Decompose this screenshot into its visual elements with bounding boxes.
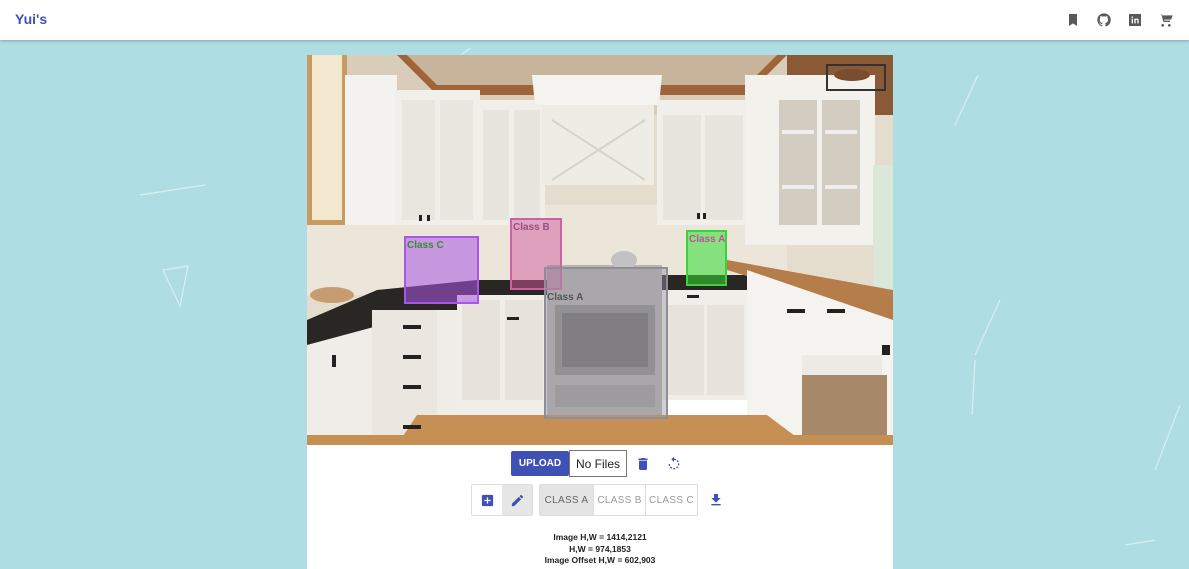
class-c-button[interactable]: CLASS C [645,485,697,515]
annotation-box-class-c[interactable]: Class C [404,236,479,304]
annotation-label: Class C [407,240,444,251]
edit-button[interactable] [502,485,532,515]
add-box-button[interactable] [472,485,502,515]
class-b-button[interactable]: CLASS B [593,485,645,515]
annotation-box-class-a-stove[interactable]: Class A [544,267,668,419]
github-icon[interactable] [1094,10,1113,29]
linkedin-icon[interactable] [1125,10,1144,29]
image-canvas[interactable]: Class C Class B Class A Class A [307,55,893,445]
annotation-label: Class B [513,222,550,233]
mode-toggle-group [471,484,533,516]
image-size-text: Image H,W = 1414,2121 [553,532,647,542]
bookmark-icon[interactable] [1063,10,1082,29]
annotation-label: Class A [689,234,726,245]
class-a-button[interactable]: CLASS A [540,485,593,515]
upload-row: UPLOAD No Files [511,450,686,477]
annotation-box-class-a-small[interactable]: Class A [686,230,727,286]
image-info: Image H,W = 1414,2121 H,W = 974,1853 Ima… [307,532,893,567]
top-icon-group [1063,10,1175,29]
rotate-icon [668,456,680,469]
download-button[interactable] [704,488,728,512]
trash-icon [638,457,648,470]
cart-icon[interactable] [1156,10,1175,29]
upload-button[interactable]: UPLOAD [511,451,569,476]
top-app-bar: Yui's [0,0,1189,40]
delete-button[interactable] [631,452,655,476]
add-box-icon [481,494,493,506]
tool-row: CLASS A CLASS B CLASS C [471,484,728,516]
pencil-icon [511,494,523,506]
file-status: No Files [569,450,627,477]
download-icon [711,494,721,506]
brand-link[interactable]: Yui's [15,11,47,27]
canvas-size-text: H,W = 974,1853 [569,543,631,554]
image-offset-text: Image Offset H,W = 602,903 [544,555,656,565]
annotation-card: Class C Class B Class A Class A UPLOAD N… [307,55,893,569]
annotation-label: Class A [547,292,584,303]
class-toggle-group: CLASS A CLASS B CLASS C [539,484,698,516]
reset-button[interactable] [662,452,686,476]
